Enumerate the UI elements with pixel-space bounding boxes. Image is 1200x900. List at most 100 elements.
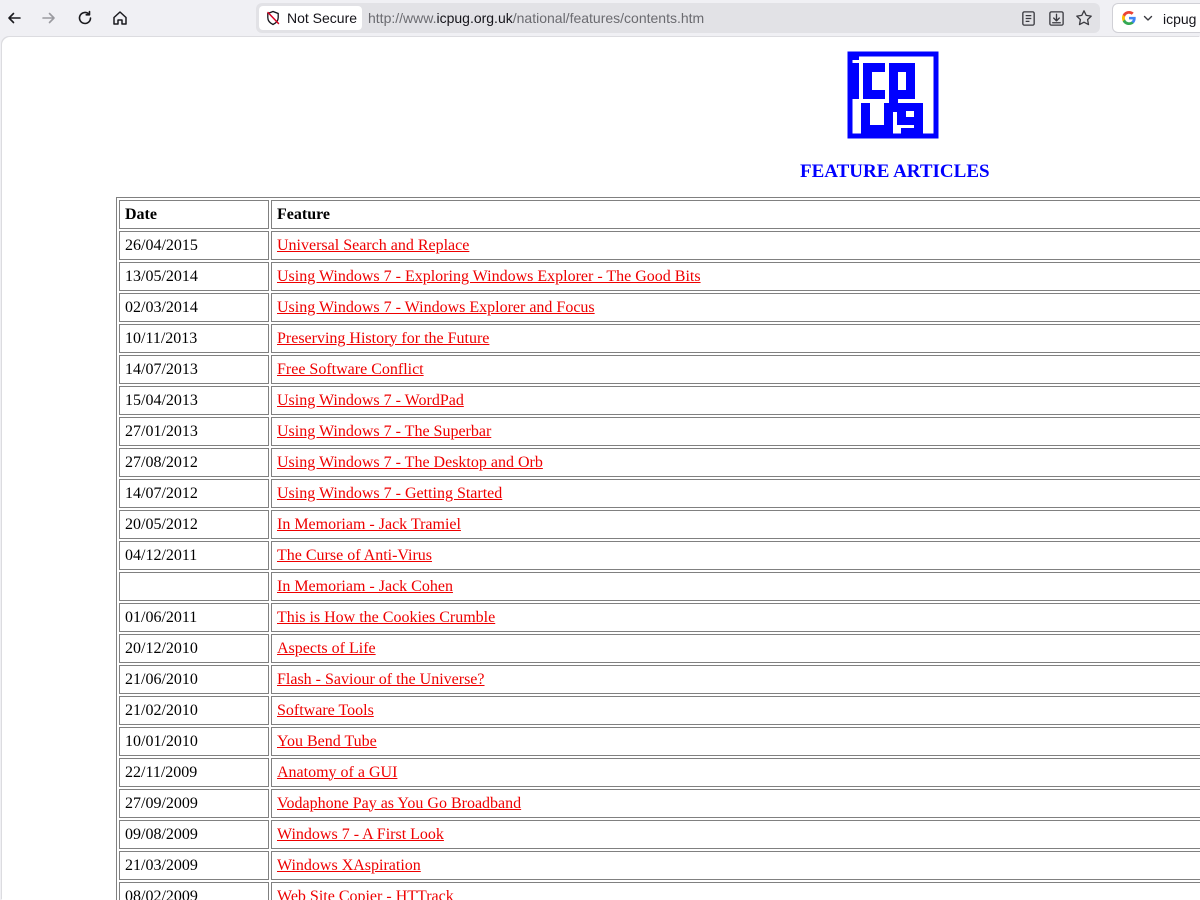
forward-button[interactable]	[35, 4, 63, 32]
article-link[interactable]: Universal Search and Replace	[277, 237, 469, 254]
article-link[interactable]: Windows XAspiration	[277, 857, 421, 874]
article-link[interactable]: Using Windows 7 - The Superbar	[277, 423, 491, 440]
google-icon	[1122, 11, 1136, 25]
article-cell: Windows 7 - A First Look	[271, 820, 1200, 849]
article-cell: Aspects of Life	[271, 634, 1200, 663]
article-date: 02/03/2014	[119, 293, 269, 322]
table-row: 13/05/2014 Using Windows 7 - Exploring Wi…	[119, 262, 1200, 291]
article-cell: Using Windows 7 - Getting Started	[271, 479, 1200, 508]
table-row: 27/01/2013 Using Windows 7 - The Superbar	[119, 417, 1200, 446]
table-row: 22/11/2009 Anatomy of a GUI	[119, 758, 1200, 787]
reload-button[interactable]	[71, 4, 99, 32]
article-link[interactable]: In Memoriam - Jack Cohen	[277, 578, 453, 595]
table-row: 27/08/2012 Using Windows 7 - The Desktop …	[119, 448, 1200, 477]
back-arrow-icon	[8, 12, 21, 24]
article-link[interactable]: This is How the Cookies Crumble	[277, 609, 495, 626]
article-date: 14/07/2012	[119, 479, 269, 508]
page-viewport: FEATURE ARTICLES Date Feature 26/04/2015…	[2, 37, 1200, 900]
column-header-feature: Feature	[271, 200, 1200, 229]
url-host: icpug.org.uk	[436, 10, 513, 26]
home-button[interactable]	[106, 4, 134, 32]
security-indicator[interactable]: Not Secure	[259, 6, 362, 30]
article-link[interactable]: Free Software Conflict	[277, 361, 424, 378]
forward-arrow-icon	[42, 12, 55, 24]
article-link[interactable]: Using Windows 7 - The Desktop and Orb	[277, 454, 543, 471]
table-row: 15/04/2013 Using Windows 7 - WordPad	[119, 386, 1200, 415]
article-cell: Windows XAspiration	[271, 851, 1200, 880]
article-link[interactable]: Using Windows 7 - Getting Started	[277, 485, 502, 502]
column-header-date: Date	[119, 200, 269, 229]
article-date: 01/06/2011	[119, 603, 269, 632]
table-row: 14/07/2013 Free Software Conflict	[119, 355, 1200, 384]
url-path: /national/features/contents.htm	[512, 10, 705, 26]
search-input-text: icpug	[1163, 11, 1197, 27]
table-row: 21/02/2010 Software Tools	[119, 696, 1200, 725]
table-row: 02/03/2014 Using Windows 7 - Windows Expl…	[119, 293, 1200, 322]
article-date	[119, 572, 269, 601]
table-row: 20/05/2012 In Memoriam - Jack Tramiel	[119, 510, 1200, 539]
article-cell: Anatomy of a GUI	[271, 758, 1200, 787]
article-date: 15/04/2013	[119, 386, 269, 415]
article-link[interactable]: Using Windows 7 - Exploring Windows Expl…	[277, 268, 701, 285]
article-cell: Software Tools	[271, 696, 1200, 725]
search-box[interactable]: icpug	[1112, 3, 1200, 33]
table-row: 01/06/2011 This is How the Cookies Crumbl…	[119, 603, 1200, 632]
browser-toolbar: Not Secure http://www.icpug.org.uk/natio…	[0, 0, 1200, 37]
article-cell: This is How the Cookies Crumble	[271, 603, 1200, 632]
article-cell: Using Windows 7 - WordPad	[271, 386, 1200, 415]
save-page-button[interactable]	[1046, 8, 1066, 28]
article-cell: In Memoriam - Jack Cohen	[271, 572, 1200, 601]
table-row: 08/02/2009 Web Site Copier - HTTrack	[119, 882, 1200, 900]
article-date: 21/06/2010	[119, 665, 269, 694]
article-link[interactable]: Windows 7 - A First Look	[277, 826, 444, 843]
table-row: 09/08/2009 Windows 7 - A First Look	[119, 820, 1200, 849]
article-link[interactable]: Web Site Copier - HTTrack	[277, 888, 454, 900]
table-row: 21/03/2009 Windows XAspiration	[119, 851, 1200, 880]
article-cell: Universal Search and Replace	[271, 231, 1200, 260]
feature-articles-table: Date Feature 26/04/2015 Universal Search …	[116, 197, 1200, 900]
article-cell: Using Windows 7 - The Desktop and Orb	[271, 448, 1200, 477]
article-link[interactable]: Aspects of Life	[277, 640, 376, 657]
back-button[interactable]	[0, 4, 28, 32]
article-cell: Using Windows 7 - Windows Explorer and F…	[271, 293, 1200, 322]
article-date: 22/11/2009	[119, 758, 269, 787]
table-row: 14/07/2012 Using Windows 7 - Getting Star…	[119, 479, 1200, 508]
article-date: 10/01/2010	[119, 727, 269, 756]
article-date: 21/02/2010	[119, 696, 269, 725]
article-cell: Free Software Conflict	[271, 355, 1200, 384]
article-link[interactable]: You Bend Tube	[277, 733, 377, 750]
article-link[interactable]: In Memoriam - Jack Tramiel	[277, 516, 461, 533]
article-date: 20/05/2012	[119, 510, 269, 539]
article-link[interactable]: Using Windows 7 - WordPad	[277, 392, 464, 409]
article-link[interactable]: Preserving History for the Future	[277, 330, 489, 347]
reload-icon	[78, 10, 92, 25]
article-link[interactable]: Vodaphone Pay as You Go Broadband	[277, 795, 521, 812]
article-link[interactable]: Anatomy of a GUI	[277, 764, 397, 781]
article-link[interactable]: Using Windows 7 - Windows Explorer and F…	[277, 299, 595, 316]
article-date: 04/12/2011	[119, 541, 269, 570]
address-bar[interactable]: Not Secure http://www.icpug.org.uk/natio…	[256, 3, 1100, 33]
table-row: 20/12/2010 Aspects of Life	[119, 634, 1200, 663]
article-cell: You Bend Tube	[271, 727, 1200, 756]
table-row: 10/01/2010 You Bend Tube	[119, 727, 1200, 756]
table-row: 27/09/2009 Vodaphone Pay as You Go Broadb…	[119, 789, 1200, 818]
address-bar-actions	[1018, 7, 1094, 29]
article-cell: Web Site Copier - HTTrack	[271, 882, 1200, 900]
article-link[interactable]: Software Tools	[277, 702, 374, 719]
article-date: 09/08/2009	[119, 820, 269, 849]
home-icon	[113, 11, 127, 25]
icpug-logo	[847, 51, 939, 139]
security-label: Not Secure	[287, 10, 358, 26]
reader-view-button[interactable]	[1018, 8, 1038, 28]
star-icon	[1076, 10, 1092, 26]
article-link[interactable]: The Curse of Anti-Virus	[277, 547, 432, 564]
bookmark-button[interactable]	[1074, 8, 1094, 28]
article-date: 26/04/2015	[119, 231, 269, 260]
url-text[interactable]: http://www.icpug.org.uk/national/feature…	[368, 10, 704, 26]
article-link[interactable]: Flash - Saviour of the Universe?	[277, 671, 485, 688]
article-cell: In Memoriam - Jack Tramiel	[271, 510, 1200, 539]
table-row: 21/06/2010 Flash - Saviour of the Univers…	[119, 665, 1200, 694]
article-date: 27/01/2013	[119, 417, 269, 446]
article-date: 27/08/2012	[119, 448, 269, 477]
table-body: 26/04/2015 Universal Search and Replace 13…	[119, 231, 1200, 900]
